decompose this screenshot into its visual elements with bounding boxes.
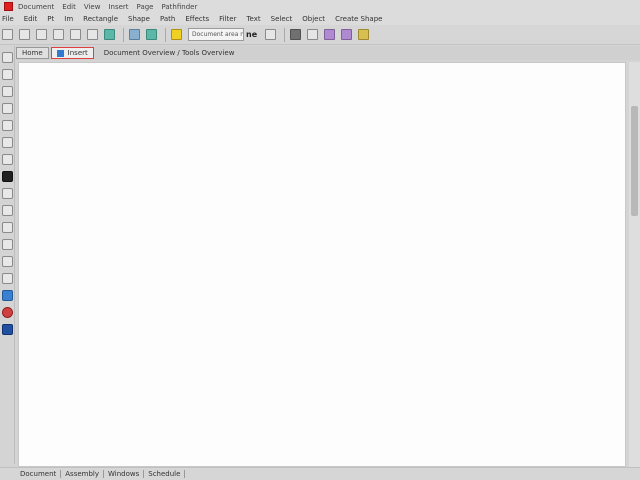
redo-icon[interactable] bbox=[87, 29, 98, 40]
tab-home[interactable]: Home bbox=[16, 47, 49, 59]
ellipse-tool-icon[interactable] bbox=[2, 103, 13, 114]
toolbar-divider bbox=[123, 27, 124, 42]
menu-item-effects[interactable]: Effects bbox=[185, 15, 209, 23]
symbol-icon[interactable] bbox=[341, 29, 353, 40]
menu-item-edit[interactable]: Edit bbox=[24, 15, 38, 23]
color-tool-icon[interactable] bbox=[2, 290, 13, 301]
layer-icon[interactable] bbox=[104, 29, 115, 40]
tab-insert[interactable]: Insert bbox=[50, 47, 94, 59]
node-tool-icon[interactable] bbox=[2, 120, 13, 131]
menu-item-create-shape[interactable]: Create Shape bbox=[335, 15, 382, 23]
new-document-icon[interactable] bbox=[2, 29, 13, 40]
search-suffix-label: ne bbox=[246, 30, 258, 39]
title-segment: Insert bbox=[108, 2, 129, 11]
menu-item-filter[interactable]: Filter bbox=[219, 15, 236, 23]
title-bar: Document Edit View Insert Page Pathfinde… bbox=[0, 0, 640, 13]
app-logo-icon bbox=[4, 2, 13, 11]
status-bar: Document Assembly Windows Schedule bbox=[0, 467, 640, 480]
export-icon[interactable] bbox=[2, 324, 13, 335]
line-icon[interactable] bbox=[307, 29, 319, 40]
pen-tool-icon[interactable] bbox=[2, 154, 13, 165]
undo-icon[interactable] bbox=[70, 29, 81, 40]
menu-item-select[interactable]: Select bbox=[271, 15, 293, 23]
menu-item-object[interactable]: Object bbox=[302, 15, 325, 23]
gradient-tool-icon[interactable] bbox=[2, 222, 13, 233]
title-segment: Edit bbox=[62, 2, 76, 11]
toolbar-divider bbox=[165, 27, 166, 42]
effects-icon[interactable] bbox=[358, 29, 370, 40]
tab-strip: Home Insert Document Overview / Tools Ov… bbox=[16, 46, 640, 60]
select-tool-icon[interactable] bbox=[2, 69, 13, 80]
menu-item-text[interactable]: Text bbox=[246, 15, 260, 23]
save-icon[interactable] bbox=[36, 29, 47, 40]
lock-icon[interactable] bbox=[290, 29, 302, 40]
menu-item-pt[interactable]: Pt bbox=[47, 15, 54, 23]
vertical-scrollbar[interactable] bbox=[629, 62, 640, 467]
menu-item-path[interactable]: Path bbox=[160, 15, 175, 23]
text-tool-icon[interactable] bbox=[2, 188, 13, 199]
title-segment: Page bbox=[136, 2, 154, 11]
crop-tool-icon[interactable] bbox=[2, 137, 13, 148]
print-icon[interactable] bbox=[53, 29, 64, 40]
toolbar: Document area new ne bbox=[0, 25, 640, 45]
title-segment: Document bbox=[18, 2, 55, 11]
document-icon bbox=[56, 49, 64, 57]
table-tool-icon[interactable] bbox=[2, 205, 13, 216]
grid-tool-icon[interactable] bbox=[2, 239, 13, 250]
menu-bar: File Edit Pt Im Rectangle Shape Path Eff… bbox=[0, 13, 640, 25]
image-tool-icon[interactable] bbox=[2, 273, 13, 284]
tab-label: Insert bbox=[67, 49, 88, 57]
arrow-icon[interactable] bbox=[324, 29, 336, 40]
breadcrumb: Document Overview / Tools Overview bbox=[103, 49, 235, 57]
fill-tool-icon[interactable] bbox=[2, 171, 13, 182]
measure-tool-icon[interactable] bbox=[2, 256, 13, 267]
document-canvas[interactable] bbox=[18, 62, 626, 467]
menu-item-file[interactable]: File bbox=[2, 15, 14, 23]
status-item[interactable]: Document bbox=[16, 470, 62, 478]
scrollbar-thumb[interactable] bbox=[631, 106, 638, 216]
title-segment: View bbox=[83, 2, 101, 11]
open-icon[interactable] bbox=[19, 29, 30, 40]
toolbar-divider bbox=[284, 27, 286, 42]
search-input[interactable]: Document area new bbox=[188, 28, 244, 41]
status-item[interactable]: Assembly bbox=[61, 470, 105, 478]
home-icon[interactable] bbox=[2, 52, 13, 63]
record-icon[interactable] bbox=[2, 307, 13, 318]
status-item[interactable]: Schedule bbox=[144, 470, 186, 478]
left-sidebar bbox=[0, 46, 15, 464]
shape-icon[interactable] bbox=[146, 29, 157, 40]
menu-item-im[interactable]: Im bbox=[64, 15, 73, 23]
lasso-tool-icon[interactable] bbox=[2, 86, 13, 97]
menu-item-rectangle[interactable]: Rectangle bbox=[83, 15, 118, 23]
title-segment: Pathfinder bbox=[161, 2, 198, 11]
zoom-icon[interactable] bbox=[265, 29, 277, 40]
frame-icon[interactable] bbox=[129, 29, 140, 40]
highlight-icon[interactable] bbox=[171, 29, 182, 40]
menu-item-shape[interactable]: Shape bbox=[128, 15, 150, 23]
status-item[interactable]: Windows bbox=[104, 470, 145, 478]
